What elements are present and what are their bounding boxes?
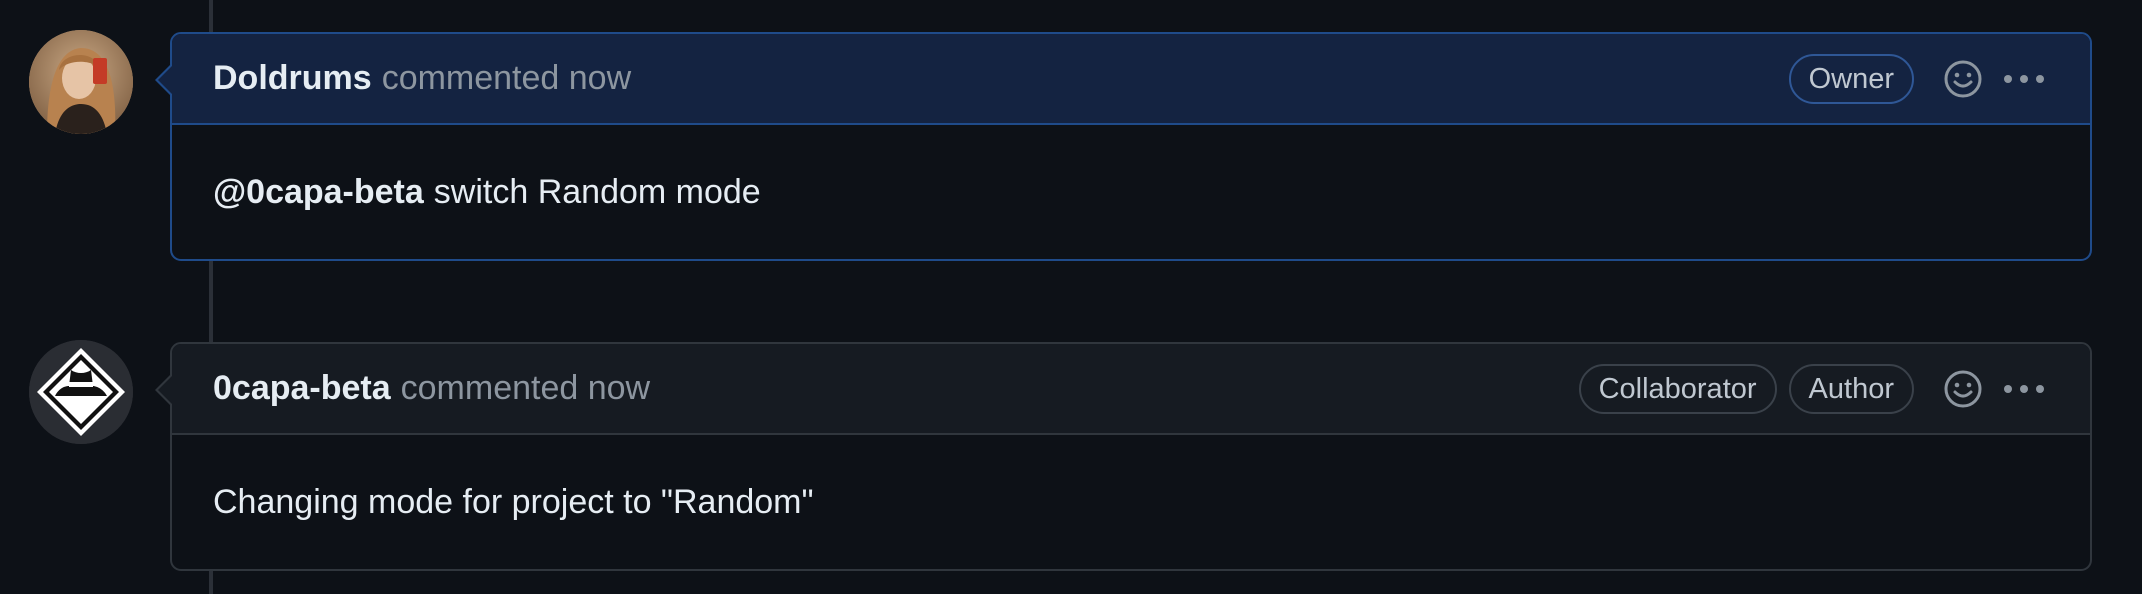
comment-timestamp[interactable]: commented now [401,369,650,408]
comment-header: 0capa-beta commented now Collaborator Au… [172,344,2090,435]
comment-card: 0capa-beta commented now Collaborator Au… [155,342,2092,571]
owner-badge: Owner [1788,53,1914,104]
caret-fill [158,376,172,404]
kebab-horizontal-icon[interactable] [2002,383,2046,395]
kebab-horizontal-icon[interactable] [2002,73,2046,85]
caret-fill [158,66,172,94]
avatar-photo [29,30,133,134]
avatar-doldrums[interactable] [29,30,133,134]
smiley-icon[interactable] [1942,58,1984,100]
comment-body: @0capa-beta switch Random mode [172,125,2090,259]
comment-text: switch Random mode [433,172,761,211]
avatar-logo [29,340,133,444]
comment-body: Changing mode for project to "Random" [172,435,2090,569]
comment-text: Changing mode for project to "Random" [213,482,814,521]
author-link[interactable]: 0capa-beta [213,369,391,408]
avatar-0capa-beta[interactable] [29,340,133,444]
comment-timestamp[interactable]: commented now [382,59,631,98]
collaborator-badge: Collaborator [1578,363,1777,414]
author-badge: Author [1788,363,1914,414]
comment-header: Doldrums commented now Owner [172,34,2090,125]
smiley-icon[interactable] [1942,368,1984,410]
author-link[interactable]: Doldrums [213,59,372,98]
comment-card: Doldrums commented now Owner @0capa-beta… [155,32,2092,261]
user-mention[interactable]: @0capa-beta [213,173,424,212]
